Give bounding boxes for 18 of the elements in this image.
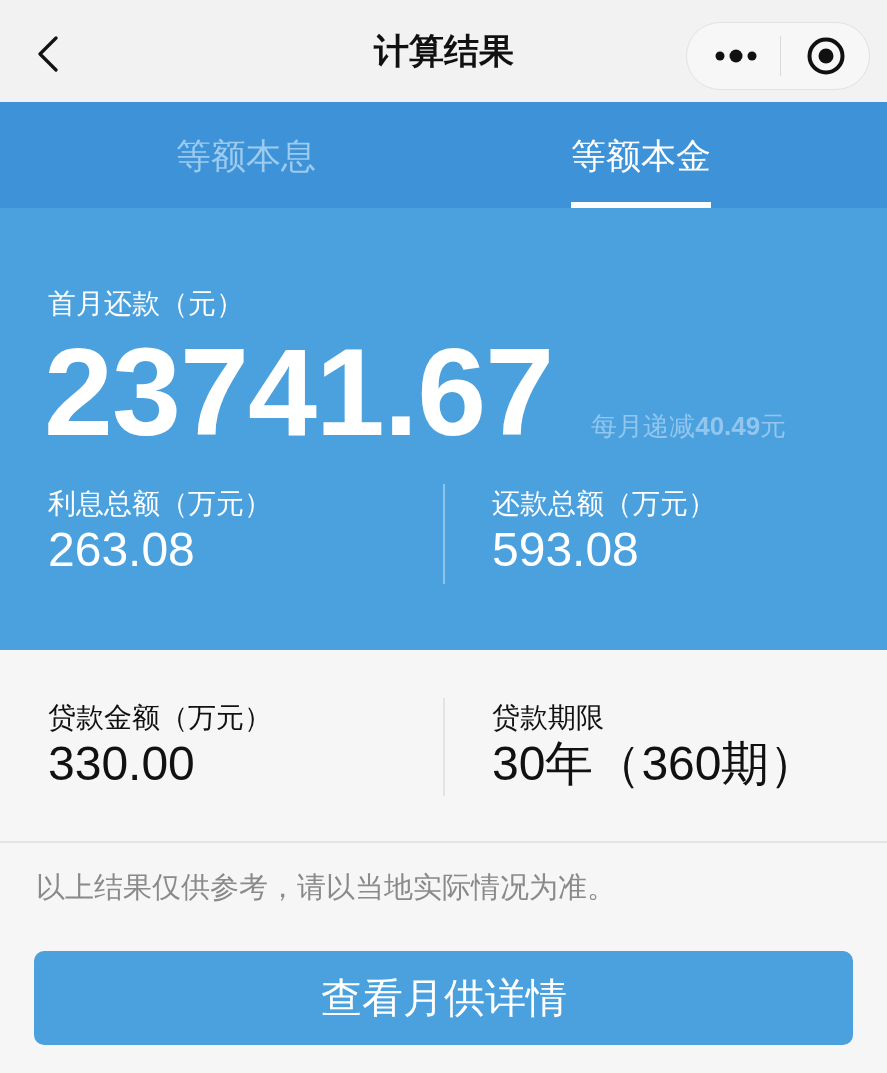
loan-label: 贷款期限 xyxy=(492,701,604,735)
loan-label: 贷款金额（万元） xyxy=(48,701,272,735)
tab[interactable]: 等额本息 xyxy=(176,102,316,208)
back-chevron-icon xyxy=(37,36,59,72)
first-month-label: 首月还款（元） xyxy=(48,287,244,321)
first-month-amount: 23741.67 xyxy=(44,336,554,448)
loan-value: 30年（360期） xyxy=(492,736,818,792)
close-target-icon[interactable] xyxy=(807,37,845,75)
stat-label: 还款总额（万元） xyxy=(492,487,716,521)
page-title: 计算结果 xyxy=(373,30,514,72)
disclaimer-text: 以上结果仅供参考，请以当地实际情况为准。 xyxy=(36,870,616,905)
loan-value: 330.00 xyxy=(48,736,195,792)
view-details-button[interactable]: 查看月供详情 xyxy=(34,951,853,1045)
stat-value: 263.08 xyxy=(48,522,195,578)
stat-value: 593.08 xyxy=(492,522,639,578)
more-icon[interactable] xyxy=(715,49,757,63)
stat-label: 利息总额（万元） xyxy=(48,487,272,521)
monthly-decrease-note: 每月递减40.49元 xyxy=(591,410,787,442)
